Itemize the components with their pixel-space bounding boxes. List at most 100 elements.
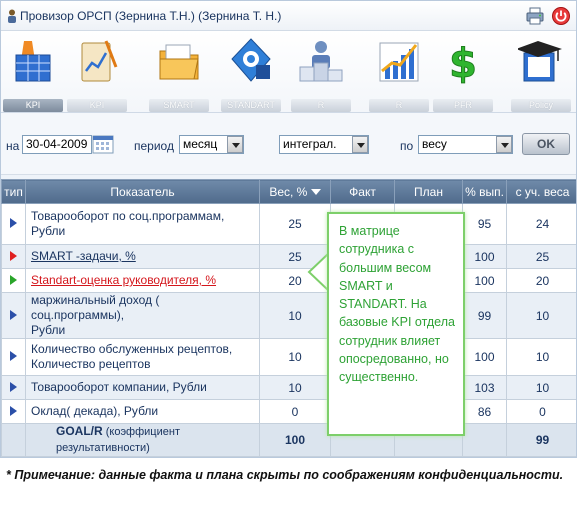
title-bar: Провизор ОРСП (Зернина Т.Н.) (Зернина Т.… [1, 1, 576, 31]
kpi-chart-icon [81, 40, 118, 82]
toolbar-policy[interactable]: Policy [509, 37, 573, 113]
toolbar-kpi-table[interactable]: KPI [1, 37, 65, 113]
cell-indicator: маржинальный доход ( соц.программы), Рубл… [25, 292, 260, 339]
toolbar-standart[interactable]: STANDART [219, 37, 283, 113]
table-row[interactable]: Оклад( декада), Рубли 0 86 0 [1, 399, 576, 424]
footnote: * Примечание: данные факта и плана скрыт… [6, 468, 564, 482]
calendar-icon[interactable] [92, 135, 114, 154]
toolbar-label: R [369, 99, 429, 112]
expand-arrow-icon[interactable] [10, 274, 17, 285]
cell-weighted: 20 [506, 268, 576, 293]
cell-weight: 100 [259, 423, 331, 457]
ranking-icon [299, 41, 343, 82]
cell-pct: 100 [462, 244, 507, 269]
by-label: по [400, 139, 414, 153]
indicator-name[interactable]: SMART -задачи, % [31, 249, 136, 263]
cell-goal: GOAL/R (коэффициент результативности) [25, 423, 260, 457]
table-row[interactable]: SMART -задачи, % 25 100 25 [1, 244, 576, 269]
col-weight[interactable]: Вес, % [259, 179, 331, 204]
toolbar-smart[interactable]: SMART [147, 37, 211, 113]
indicator-name: маржинальный доход ( соц.программы), [31, 293, 160, 322]
module-toolbar: KPI KPI SMART STANDART R R $ PFR Policy [1, 31, 576, 113]
expand-arrow-icon[interactable] [10, 351, 17, 361]
kpi-table-icon [15, 41, 51, 82]
cell-pct [462, 423, 507, 457]
ok-button[interactable]: OK [522, 133, 570, 155]
cell-pct: 103 [462, 375, 507, 400]
table-row[interactable]: Товарооборот компании, Рубли 10 103 10 [1, 375, 576, 400]
goal-standart-icon [231, 38, 271, 82]
expand-arrow-icon[interactable] [10, 405, 17, 416]
cell-pct: 100 [462, 338, 507, 376]
table-row[interactable]: маржинальный доход ( соц.программы), Рубл… [1, 292, 576, 339]
indicator-name: Товарооборот по соц.программам, [31, 209, 225, 223]
cell-indicator[interactable]: Standart-оценка руководителя, % [25, 268, 260, 293]
date-input[interactable]: 30-04-2009 [22, 135, 92, 154]
col-plan[interactable]: План [394, 179, 463, 204]
cell-type [1, 399, 26, 424]
cell-indicator[interactable]: SMART -задачи, % [25, 244, 260, 269]
cell-weighted: 10 [506, 375, 576, 400]
toolbar-label: PFR [433, 99, 493, 112]
col-weight-label: Вес, % [269, 184, 308, 199]
cell-indicator: Товарооборот по соц.программам, Рубли [25, 203, 260, 245]
printer-icon[interactable] [525, 6, 545, 26]
cell-pct: 99 [462, 292, 507, 339]
period-label: период [134, 139, 174, 153]
chevron-down-icon[interactable] [496, 136, 512, 153]
toolbar-label: STANDART [221, 99, 281, 112]
app-window: Провизор ОРСП (Зернина Т.Н.) (Зернина Т.… [0, 0, 577, 458]
cell-weight: 25 [259, 203, 331, 245]
cell-type [1, 338, 26, 376]
goal-label: GOAL/R [56, 424, 103, 438]
toolbar-kpi-chart[interactable]: KPI [65, 37, 129, 113]
chevron-down-icon[interactable] [227, 136, 243, 153]
cell-weight: 10 [259, 375, 331, 400]
expand-arrow-icon[interactable] [10, 309, 17, 320]
policy-book-icon [518, 41, 562, 82]
col-fact[interactable]: Факт [330, 179, 395, 204]
cell-weight: 0 [259, 399, 331, 424]
kpi-table: тип Показатель Вес, % Факт План % вып. с… [1, 179, 576, 457]
toolbar-label: KPI [67, 99, 127, 112]
toolbar-pfr[interactable]: $ PFR [431, 37, 495, 113]
col-weighted[interactable]: с уч. веса [506, 179, 576, 204]
col-type[interactable]: тип [1, 179, 26, 204]
cell-weighted: 24 [506, 203, 576, 245]
cell-type [1, 375, 26, 400]
toolbar-label: KPI [3, 99, 63, 112]
expand-arrow-icon[interactable] [10, 381, 17, 392]
table-row[interactable]: Товарооборот по соц.программам, Рубли 25 95… [1, 203, 576, 245]
indicator-unit: Рубли [31, 224, 66, 238]
cell-type [1, 244, 26, 269]
callout-pointer [307, 251, 329, 293]
table-row[interactable]: Standart-оценка руководителя, % 20 100 20 [1, 268, 576, 293]
cell-type [1, 292, 26, 339]
col-pct[interactable]: % вып. [462, 179, 507, 204]
indicator-name[interactable]: Standart-оценка руководителя, % [31, 273, 216, 287]
toolbar-label: Policy [511, 99, 571, 112]
cell-type [1, 423, 26, 457]
col-indicator[interactable]: Показатель [25, 179, 260, 204]
chevron-down-icon[interactable] [352, 136, 368, 153]
power-icon[interactable] [551, 6, 571, 26]
cell-weighted: 99 [506, 423, 576, 457]
table-row[interactable]: Количество обслуженных рецептов, Количест… [1, 338, 576, 376]
toolbar-r-growth[interactable]: R [367, 37, 431, 113]
toolbar-label: SMART [149, 99, 209, 112]
expand-arrow-icon[interactable] [10, 250, 17, 261]
cell-indicator: Оклад( декада), Рубли [25, 399, 260, 424]
toolbar-r-ranking[interactable]: R [289, 37, 353, 113]
total-row: GOAL/R (коэффициент результативности) 100… [1, 423, 576, 457]
cell-pct: 95 [462, 203, 507, 245]
cell-type [1, 203, 26, 245]
on-date-label: на [6, 139, 20, 153]
window-title: Провизор ОРСП (Зернина Т.Н.) (Зернина Т.… [20, 9, 282, 23]
cell-weighted: 10 [506, 292, 576, 339]
toolbar-label: R [291, 99, 351, 112]
cell-indicator: Товарооборот компании, Рубли [25, 375, 260, 400]
sort-desc-icon [310, 189, 321, 196]
expand-arrow-icon[interactable] [10, 218, 17, 228]
cell-weight: 10 [259, 292, 331, 339]
indicator-unit: Рубли [31, 323, 66, 337]
